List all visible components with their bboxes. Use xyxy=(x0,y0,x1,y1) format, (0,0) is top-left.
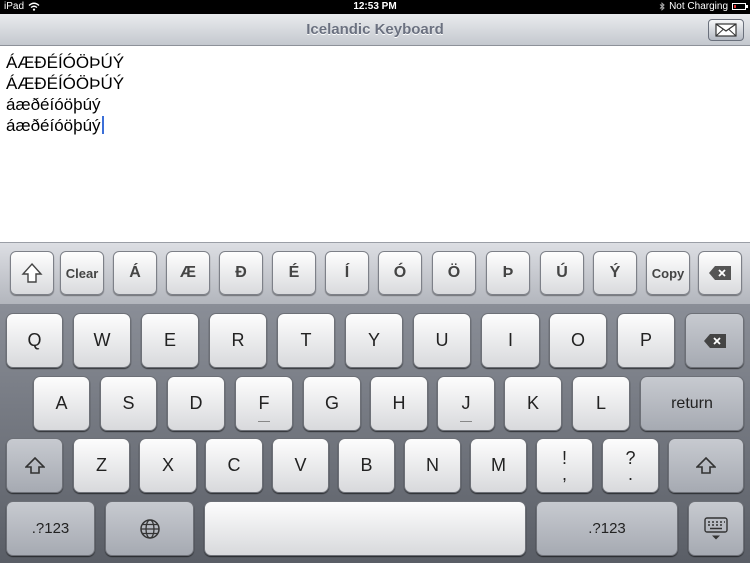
shift-key-right[interactable] xyxy=(668,438,744,493)
key-j[interactable]: J xyxy=(437,376,495,431)
globe-icon xyxy=(139,518,160,539)
home-row-nub xyxy=(460,421,472,422)
accessory-delete-key[interactable] xyxy=(698,251,742,295)
text-line-current: áæðéíóöþúý xyxy=(6,116,104,136)
home-row-nub xyxy=(258,421,270,422)
return-key[interactable]: return xyxy=(640,376,744,431)
key-i[interactable]: I xyxy=(481,313,540,368)
clear-button[interactable]: Clear xyxy=(60,251,104,295)
key-y[interactable]: Y xyxy=(345,313,403,368)
key-f-label: F xyxy=(258,393,270,413)
key-k[interactable]: K xyxy=(504,376,562,431)
hide-keyboard-icon xyxy=(704,516,728,539)
accessory-letter-key[interactable]: Ý xyxy=(593,251,637,295)
key-bottom-label: . xyxy=(627,463,633,484)
accessory-letter-key[interactable]: Í xyxy=(325,251,369,295)
text-editor[interactable]: ÁÆÐÉÍÓÖÞÚÝ ÁÆÐÉÍÓÖÞÚÝ áæðéíóöþúý áæðéíóö… xyxy=(0,47,750,241)
backspace-icon xyxy=(709,266,731,280)
text-cursor xyxy=(101,116,104,134)
key-u[interactable]: U xyxy=(413,313,471,368)
numbers-key-right[interactable]: .?123 xyxy=(536,501,678,556)
battery-icon xyxy=(732,3,748,10)
key-s[interactable]: S xyxy=(100,376,157,431)
mail-button[interactable] xyxy=(708,19,744,41)
accessory-letter-key[interactable]: Á xyxy=(113,251,157,295)
text-line: áæðéíóöþúý xyxy=(6,95,101,114)
numbers-key-left[interactable]: .?123 xyxy=(6,501,95,556)
page-title: Icelandic Keyboard xyxy=(306,21,444,38)
status-bar: iPad 12:53 PM Not Charging xyxy=(0,0,750,14)
key-j-label: J xyxy=(461,393,471,413)
keyboard: Q W E R T Y U I O P A S D F G H J K L re… xyxy=(0,304,750,563)
copy-button[interactable]: Copy xyxy=(646,251,690,295)
clock: 12:53 PM xyxy=(353,1,397,12)
accessory-letter-key[interactable]: Ú xyxy=(540,251,584,295)
space-bar[interactable] xyxy=(204,501,526,556)
key-z[interactable]: Z xyxy=(73,438,130,493)
key-h[interactable]: H xyxy=(370,376,428,431)
key-q[interactable]: Q xyxy=(6,313,63,368)
key-d[interactable]: D xyxy=(167,376,225,431)
accessory-keyboard-row: Clear Á Æ Ð É Í Ó Ö Þ Ú Ý Copy xyxy=(0,242,750,304)
key-m[interactable]: M xyxy=(470,438,527,493)
key-n[interactable]: N xyxy=(404,438,461,493)
accessory-shift-key[interactable] xyxy=(10,251,54,295)
accessory-letter-key[interactable]: Ó xyxy=(378,251,422,295)
key-v[interactable]: V xyxy=(272,438,329,493)
accessory-letter-key[interactable]: Æ xyxy=(166,251,210,295)
accessory-letter-key[interactable]: Ö xyxy=(432,251,476,295)
delete-key[interactable] xyxy=(685,313,744,368)
key-exclamation-comma[interactable]: !, xyxy=(536,438,593,493)
accessory-letter-key[interactable]: É xyxy=(272,251,316,295)
key-r[interactable]: R xyxy=(209,313,267,368)
envelope-icon xyxy=(715,23,737,37)
key-bottom-label: , xyxy=(561,463,567,484)
globe-key[interactable] xyxy=(105,501,194,556)
key-t[interactable]: T xyxy=(277,313,335,368)
text-line-content: áæðéíóöþúý xyxy=(6,116,101,135)
text-line: ÁÆÐÉÍÓÖÞÚÝ xyxy=(6,74,125,93)
shift-icon xyxy=(696,456,716,474)
charging-status: Not Charging xyxy=(669,1,728,12)
shift-icon xyxy=(24,456,45,474)
accessory-letter-key[interactable]: Þ xyxy=(486,251,530,295)
navigation-bar: Icelandic Keyboard xyxy=(0,14,750,46)
key-w[interactable]: W xyxy=(73,313,131,368)
key-g[interactable]: G xyxy=(303,376,361,431)
accessory-letter-key[interactable]: Ð xyxy=(219,251,263,295)
key-x[interactable]: X xyxy=(139,438,197,493)
key-a[interactable]: A xyxy=(33,376,90,431)
backspace-icon xyxy=(703,333,726,348)
key-o[interactable]: O xyxy=(549,313,607,368)
key-l[interactable]: L xyxy=(572,376,630,431)
hide-keyboard-key[interactable] xyxy=(688,501,744,556)
bluetooth-icon xyxy=(659,2,665,11)
key-c[interactable]: C xyxy=(205,438,263,493)
shift-icon xyxy=(21,262,43,283)
text-line: ÁÆÐÉÍÓÖÞÚÝ xyxy=(6,53,125,72)
key-b[interactable]: B xyxy=(338,438,395,493)
key-e[interactable]: E xyxy=(141,313,199,368)
key-p[interactable]: P xyxy=(617,313,675,368)
key-question-period[interactable]: ?. xyxy=(602,438,659,493)
key-f[interactable]: F xyxy=(235,376,293,431)
shift-key-left[interactable] xyxy=(6,438,63,493)
